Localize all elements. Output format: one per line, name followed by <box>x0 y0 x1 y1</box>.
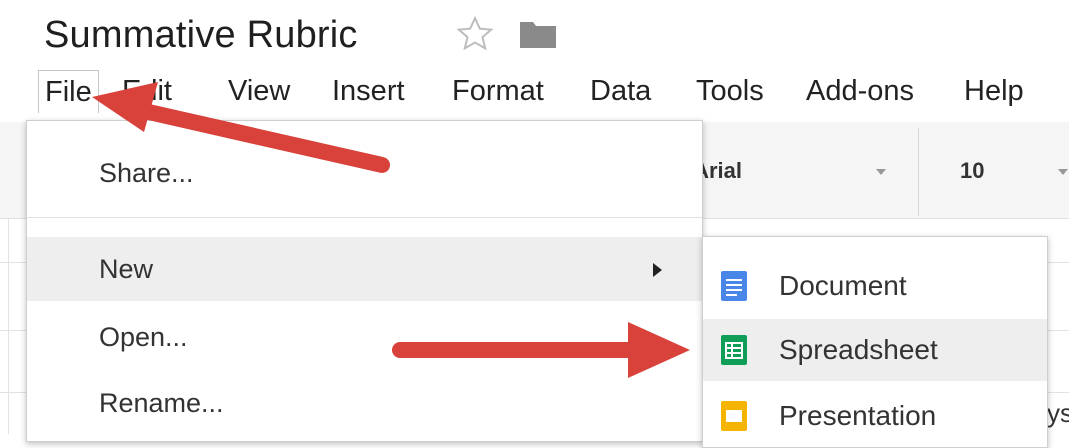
title-bar: Summative Rubric <box>44 10 358 60</box>
folder-icon[interactable] <box>518 18 558 50</box>
chevron-down-icon[interactable] <box>1058 169 1068 175</box>
submenu-item-label: Spreadsheet <box>779 334 938 365</box>
menu-help[interactable]: Help <box>958 70 1030 112</box>
cell-text: ys <box>1047 398 1069 428</box>
menu-addons[interactable]: Add-ons <box>800 70 920 112</box>
menu-item-rename[interactable]: Rename... <box>27 371 702 435</box>
document-icon <box>721 271 747 301</box>
file-menu: Share... New Open... Rename... <box>26 120 703 442</box>
star-icon[interactable] <box>455 14 495 54</box>
font-size-select[interactable]: 10 <box>960 158 984 184</box>
menu-item-open[interactable]: Open... <box>27 305 702 369</box>
menubar: File Edit View Insert Format Data Tools … <box>0 60 1069 118</box>
menu-divider <box>27 217 702 218</box>
menu-tools[interactable]: Tools <box>690 70 770 112</box>
menu-item-label: Open... <box>99 322 188 352</box>
font-name-select[interactable]: Arial <box>702 158 742 184</box>
toolbar-divider <box>918 128 919 216</box>
menu-edit[interactable]: Edit <box>116 70 178 112</box>
menu-insert[interactable]: Insert <box>326 70 411 112</box>
submenu-item-presentation[interactable]: Presentation <box>703 385 1047 447</box>
new-submenu: Document Spreadsheet Presentation <box>702 236 1048 448</box>
menu-data[interactable]: Data <box>584 70 657 112</box>
menu-item-label: Rename... <box>99 388 224 418</box>
submenu-item-document[interactable]: Document <box>703 255 1047 317</box>
document-title[interactable]: Summative Rubric <box>44 14 358 57</box>
submenu-item-spreadsheet[interactable]: Spreadsheet <box>703 319 1047 381</box>
menu-view[interactable]: View <box>222 70 296 112</box>
menu-format[interactable]: Format <box>446 70 550 112</box>
submenu-item-label: Presentation <box>779 400 937 431</box>
menu-item-share[interactable]: Share... <box>27 141 702 205</box>
menu-file[interactable]: File <box>38 70 99 113</box>
grid-line <box>8 219 9 434</box>
presentation-icon <box>721 401 747 431</box>
chevron-down-icon[interactable] <box>876 169 886 175</box>
submenu-item-label: Document <box>779 270 907 301</box>
menu-item-label: Share... <box>99 158 194 188</box>
spreadsheet-icon <box>721 335 747 365</box>
submenu-arrow-icon <box>653 263 662 277</box>
menu-item-label: New <box>99 254 154 284</box>
menu-item-new[interactable]: New <box>27 237 702 301</box>
